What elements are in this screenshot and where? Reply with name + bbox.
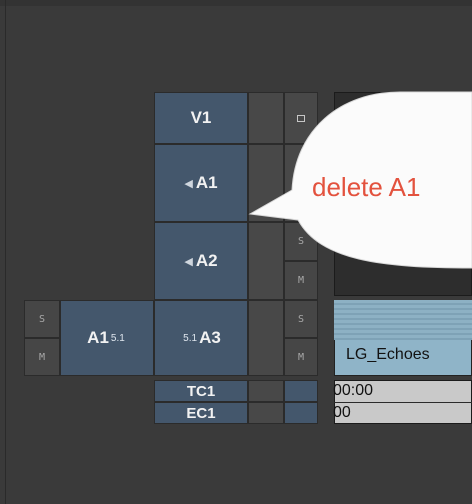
track-a3-selector[interactable]: 5.1 A3 xyxy=(154,300,248,376)
top-strip xyxy=(0,0,472,6)
track-tc1[interactable]: TC1 xyxy=(154,380,248,402)
track-a3-lock-cell[interactable] xyxy=(248,300,284,376)
track-a1-label: A1 xyxy=(195,173,218,192)
clip-name: LG_Echoes xyxy=(346,346,430,363)
track-ec1-monitor-cell[interactable] xyxy=(284,402,318,424)
track-tc1-label: TC1 xyxy=(186,382,216,400)
track-tc1-lock-cell[interactable] xyxy=(248,380,284,402)
source-a1-format: 5.1 xyxy=(110,332,125,344)
track-tc1-monitor-cell[interactable] xyxy=(284,380,318,402)
track-ec1-label: EC1 xyxy=(186,404,216,422)
left-divider xyxy=(5,0,6,504)
track-a3-mute-button[interactable]: M xyxy=(284,338,318,376)
speaker-icon: ◀ xyxy=(184,255,193,268)
tc1-timecode: 00:00 xyxy=(333,382,374,399)
track-a2-label: A2 xyxy=(195,251,218,270)
track-v1-selector[interactable]: V1 xyxy=(154,92,248,144)
callout-text: delete A1 xyxy=(312,172,421,202)
track-a2-selector[interactable]: ◀ A2 xyxy=(154,222,248,300)
track-a3-label: A3 xyxy=(199,328,221,347)
track-ec1-lock-cell[interactable] xyxy=(248,402,284,424)
source-a1-label: A1 xyxy=(87,328,109,347)
track-a3-format: 5.1 xyxy=(183,332,198,344)
clip-waveform-band xyxy=(334,300,472,340)
speaker-icon: ◀ xyxy=(184,177,193,190)
track-a3-solo-button[interactable]: S xyxy=(284,300,318,338)
source-a1-solo-button[interactable]: S xyxy=(24,300,60,338)
track-v1-label: V1 xyxy=(190,108,212,127)
track-ec1[interactable]: EC1 xyxy=(154,402,248,424)
source-a1-mute-button[interactable]: M xyxy=(24,338,60,376)
source-track-a1[interactable]: A1 5.1 xyxy=(60,300,154,376)
timecode-divider xyxy=(334,402,472,403)
ec1-timecode: 00 xyxy=(333,404,351,421)
track-a1-selector[interactable]: ◀ A1 xyxy=(154,144,248,222)
